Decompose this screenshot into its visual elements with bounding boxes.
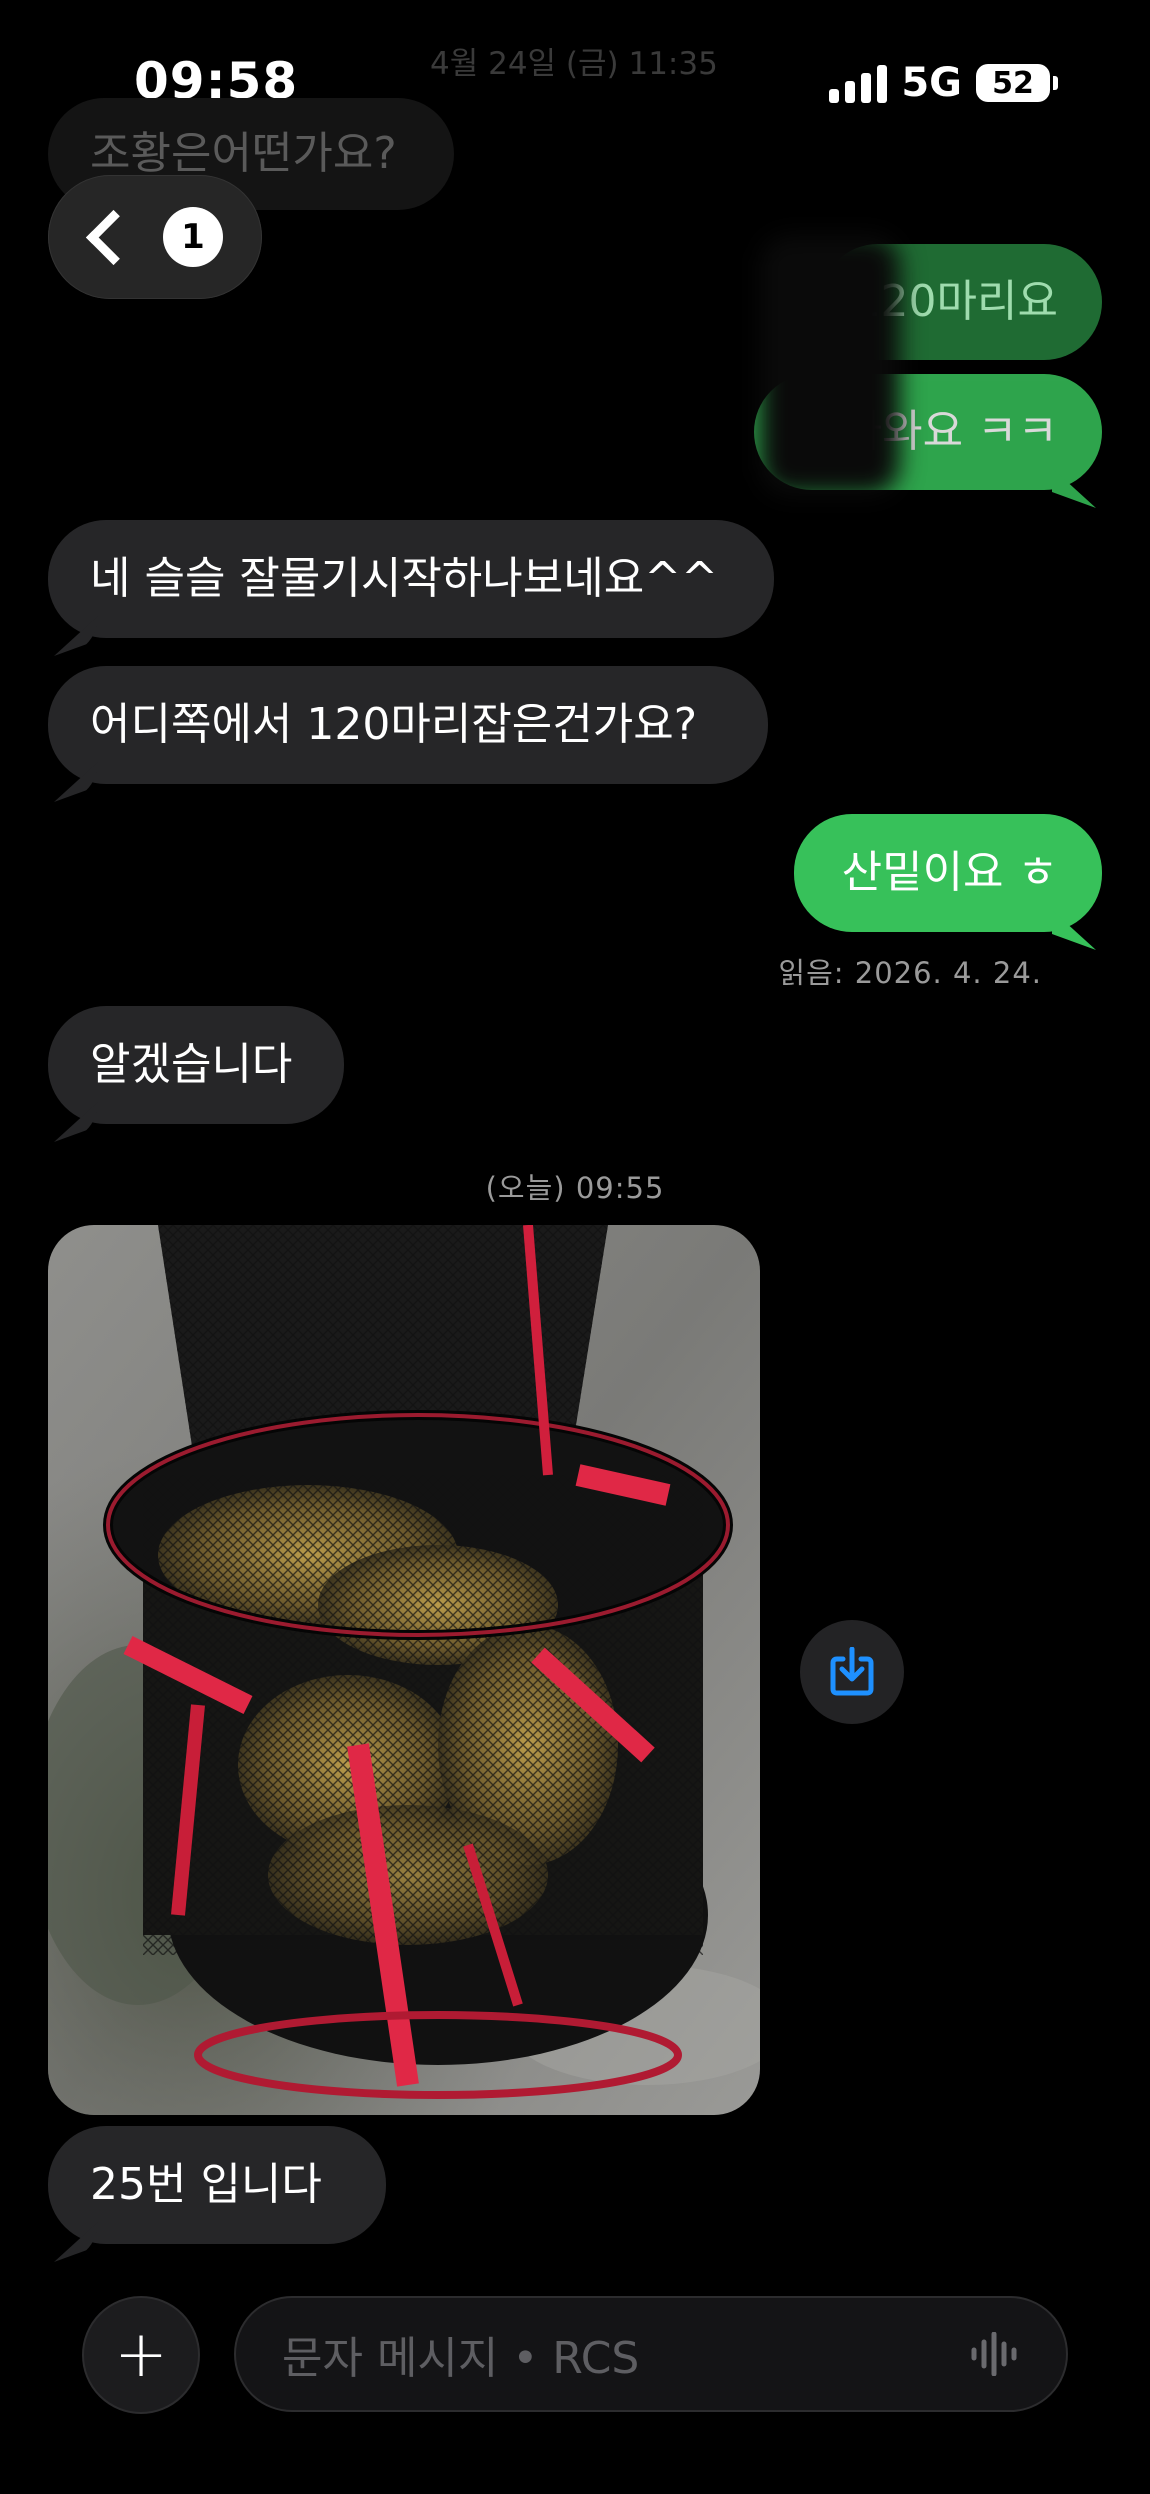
message-text: 조황은어떤가요? <box>90 128 397 179</box>
battery-icon: 52 <box>976 64 1058 102</box>
plus-icon: + <box>114 2318 168 2392</box>
message-text: 25번 입니다 <box>90 2159 322 2210</box>
message-bubble-incoming[interactable]: 어디쪽에서 120마리잡은건가요? <box>48 666 768 784</box>
message-timestamp: (오늘) 09:55 <box>485 1171 665 1205</box>
message-text: 어디쪽에서 120마리잡은건가요? <box>90 699 698 750</box>
message-text: 네 슬슬 잘물기시작하나보네요^^ <box>90 553 718 604</box>
network-type: 5G <box>901 60 962 106</box>
message-text: 산밑이요 ㅎ <box>841 847 1058 898</box>
signal-icon <box>829 63 888 103</box>
back-button[interactable]: 1 <box>48 175 262 299</box>
read-receipt: 읽음: 2026. 4. 24. <box>778 956 1042 990</box>
message-input[interactable]: 문자 메시지 • RCS <box>234 2296 1068 2412</box>
photo-attachment[interactable] <box>48 1225 760 2115</box>
scroll-fade-overlay <box>760 235 900 495</box>
voice-waveform-icon[interactable] <box>970 2332 1022 2376</box>
add-attachment-button[interactable]: + <box>82 2296 200 2414</box>
unread-count-badge: 1 <box>163 207 223 267</box>
battery-level: 52 <box>992 65 1034 101</box>
message-bubble-incoming[interactable]: 25번 입니다 <box>48 2126 386 2244</box>
chevron-left-icon <box>85 209 142 265</box>
fish-net-photo <box>48 1225 760 2115</box>
save-image-button[interactable] <box>800 1620 904 1724</box>
status-indicators: 5G 52 <box>829 60 1058 106</box>
message-bubble-incoming[interactable]: 알겠습니다 <box>48 1006 344 1124</box>
download-icon <box>830 1647 874 1696</box>
faded-date: 4월 24일 (금) 11:35 <box>430 46 718 82</box>
message-input-placeholder: 문자 메시지 • RCS <box>282 2333 640 2384</box>
message-text: 알겠습니다 <box>90 1039 293 1090</box>
message-bubble-incoming[interactable]: 네 슬슬 잘물기시작하나보네요^^ <box>48 520 774 638</box>
message-bubble-outgoing[interactable]: 산밑이요 ㅎ <box>794 814 1102 932</box>
